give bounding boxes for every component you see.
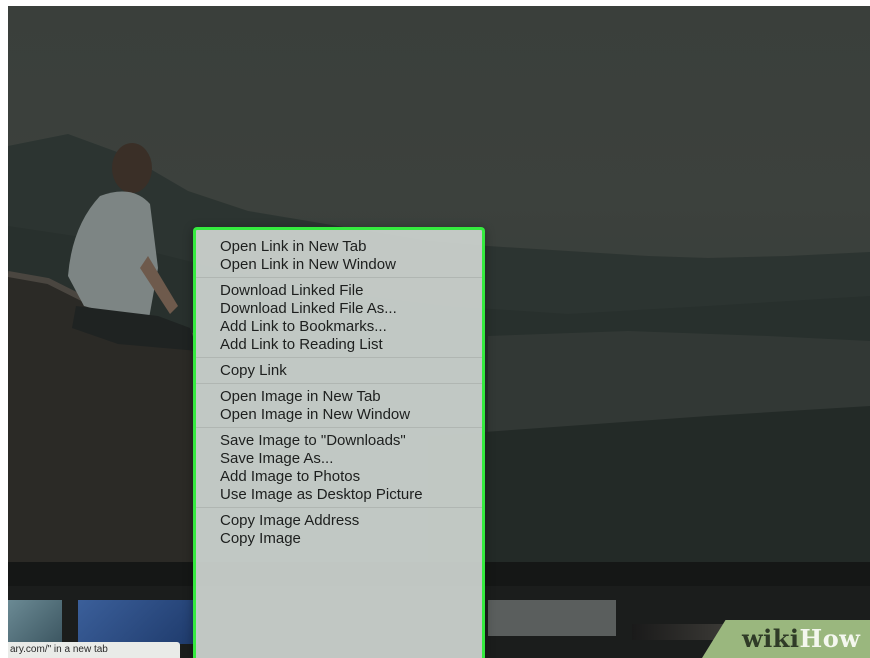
menu-item-add-link-to-bookmarks[interactable]: Add Link to Bookmarks...: [196, 318, 482, 336]
status-bar: ary.com/" in a new tab: [8, 642, 180, 658]
menu-item-add-image-to-photos[interactable]: Add Image to Photos: [196, 468, 482, 486]
menu-item-save-image-to-downloads[interactable]: Save Image to "Downloads": [196, 432, 482, 450]
menu-separator: [196, 277, 482, 278]
menu-group-image-actions: Save Image to "Downloads" Save Image As.…: [196, 432, 482, 504]
context-menu: Open Link in New Tab Open Link in New Wi…: [193, 227, 485, 658]
person-head: [112, 143, 152, 193]
wikihow-logo: wikiHow: [702, 620, 870, 658]
menu-group-copy-link: Copy Link: [196, 362, 482, 380]
menu-item-use-image-as-desktop-picture[interactable]: Use Image as Desktop Picture: [196, 486, 482, 504]
thumbnail-2[interactable]: [78, 600, 198, 644]
menu-item-open-link-new-tab[interactable]: Open Link in New Tab: [196, 238, 482, 256]
menu-separator: [196, 507, 482, 508]
menu-item-add-link-to-reading-list[interactable]: Add Link to Reading List: [196, 336, 482, 354]
thumbnail-1[interactable]: [8, 600, 62, 644]
menu-group-open-link: Open Link in New Tab Open Link in New Wi…: [196, 238, 482, 274]
menu-item-open-link-new-window[interactable]: Open Link in New Window: [196, 256, 482, 274]
menu-group-copy-image: Copy Image Address Copy Image: [196, 512, 482, 548]
menu-item-download-linked-file-as[interactable]: Download Linked File As...: [196, 300, 482, 318]
menu-separator: [196, 427, 482, 428]
menu-item-open-image-new-tab[interactable]: Open Image in New Tab: [196, 388, 482, 406]
menu-separator: [196, 383, 482, 384]
menu-item-copy-image[interactable]: Copy Image: [196, 530, 482, 548]
menu-item-copy-image-address[interactable]: Copy Image Address: [196, 512, 482, 530]
logo-part-1: wiki: [742, 624, 800, 653]
menu-item-open-image-new-window[interactable]: Open Image in New Window: [196, 406, 482, 424]
menu-item-download-linked-file[interactable]: Download Linked File: [196, 282, 482, 300]
logo-part-2: How: [799, 624, 861, 653]
menu-item-copy-link[interactable]: Copy Link: [196, 362, 482, 380]
menu-group-open-image: Open Image in New Tab Open Image in New …: [196, 388, 482, 424]
thumbnail-3[interactable]: [488, 600, 616, 636]
menu-item-save-image-as[interactable]: Save Image As...: [196, 450, 482, 468]
menu-separator: [196, 357, 482, 358]
menu-group-link-actions: Download Linked File Download Linked Fil…: [196, 282, 482, 354]
